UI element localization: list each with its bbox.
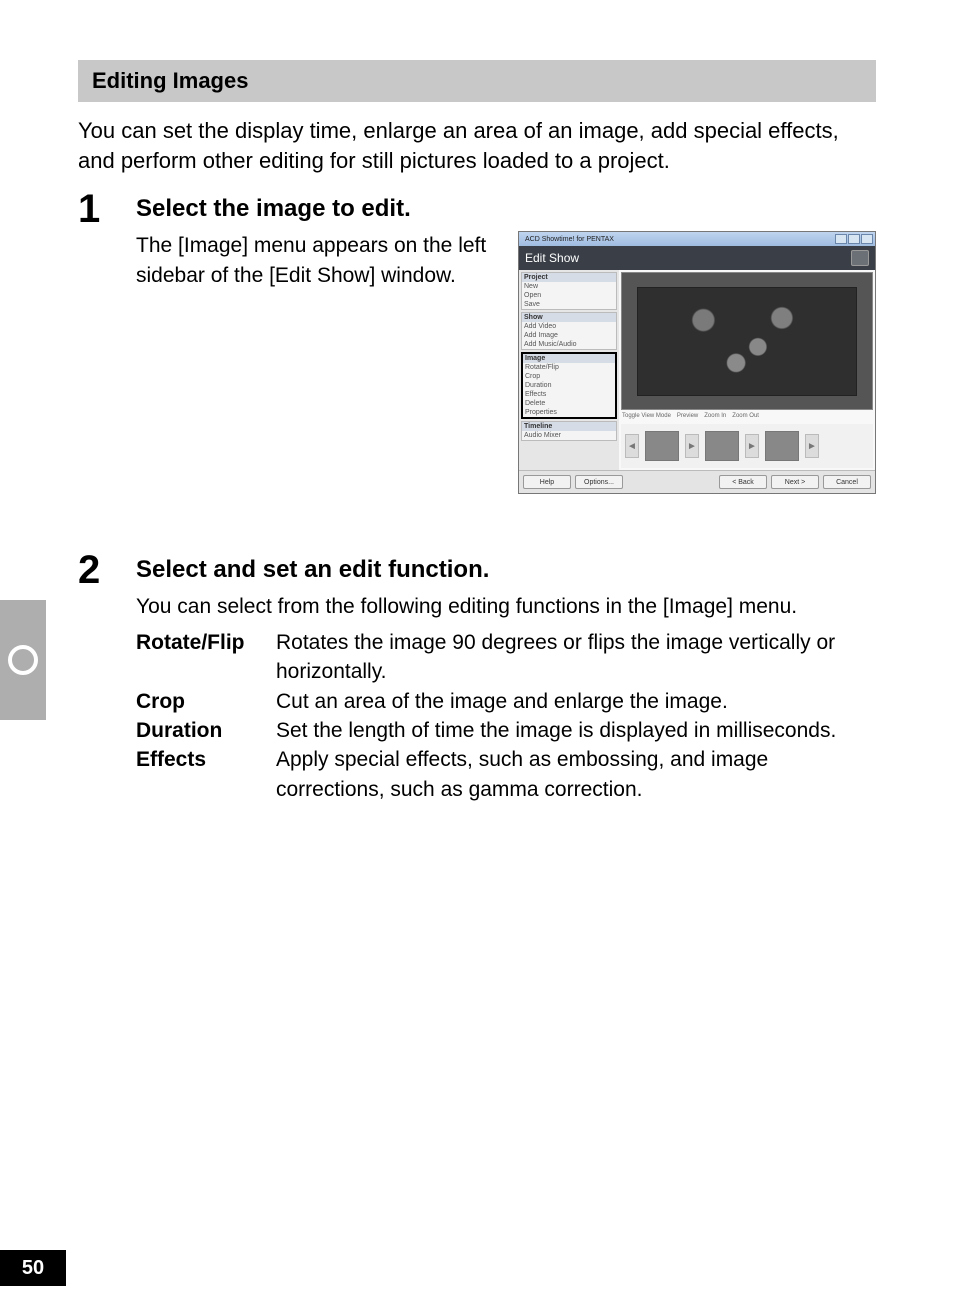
definitions-list: Rotate/Flip Rotates the image 90 degrees… xyxy=(136,628,876,804)
sidebar-group-image-label: Image xyxy=(523,354,615,363)
sidebar-group-timeline-label: Timeline xyxy=(522,422,616,431)
step-1: 1 Select the image to edit. The [Image] … xyxy=(78,189,876,494)
def-term: Effects xyxy=(136,745,276,804)
sidebar-item-duration[interactable]: Duration xyxy=(523,381,615,390)
edit-show-header: Edit Show xyxy=(519,246,875,270)
sidebar-item-open[interactable]: Open xyxy=(522,291,616,300)
toggle-view-mode[interactable]: Toggle View Mode xyxy=(622,413,671,419)
next-button[interactable]: Next > xyxy=(771,475,819,489)
step-1-desc: The [Image] menu appears on the left sid… xyxy=(136,231,500,290)
edit-show-screenshot: ACD Showtime! for PENTAX Edit Show Proje… xyxy=(518,231,876,494)
def-desc: Apply special effects, such as embossing… xyxy=(276,745,876,804)
def-term: Duration xyxy=(136,716,276,745)
preview-button[interactable]: Preview xyxy=(677,413,698,419)
sidebar-item-addimage[interactable]: Add Image xyxy=(522,331,616,340)
shot-main: Toggle View Mode Preview Zoom In Zoom Ou… xyxy=(619,270,875,470)
spine-circle-icon xyxy=(8,645,38,675)
sidebar-group-show-label: Show xyxy=(522,313,616,322)
output-icon[interactable] xyxy=(851,250,869,266)
sidebar-item-save[interactable]: Save xyxy=(522,300,616,309)
sidebar-item-audiomixer[interactable]: Audio Mixer xyxy=(522,431,616,440)
sidebar-group-project: Project New Open Save xyxy=(521,272,617,310)
step-2-title: Select and set an edit function. xyxy=(136,556,876,584)
thumb-next-icon[interactable]: ► xyxy=(745,434,759,458)
window-min-icon[interactable] xyxy=(835,234,847,244)
sidebar: Project New Open Save Show Add Video Add… xyxy=(519,270,619,470)
step-1-number: 1 xyxy=(78,189,136,229)
page-number: 50 xyxy=(0,1250,66,1286)
def-rotateflip: Rotate/Flip Rotates the image 90 degrees… xyxy=(136,628,876,687)
sidebar-group-image: Image Rotate/Flip Crop Duration Effects … xyxy=(521,352,617,419)
edit-show-title: Edit Show xyxy=(525,251,579,265)
thumbnail[interactable] xyxy=(705,431,739,461)
def-desc: Cut an area of the image and enlarge the… xyxy=(276,687,876,716)
sidebar-item-effects[interactable]: Effects xyxy=(523,390,615,399)
spine-tab xyxy=(0,600,46,720)
sidebar-group-project-label: Project xyxy=(522,273,616,282)
thumb-next-icon[interactable]: ► xyxy=(685,434,699,458)
def-desc: Rotates the image 90 degrees or flips th… xyxy=(276,628,876,687)
section-header: Editing Images xyxy=(78,60,876,102)
window-titlebar: ACD Showtime! for PENTAX xyxy=(519,232,875,246)
shot-footer: Help Options... < Back Next > Cancel xyxy=(519,470,875,493)
step-2-desc: You can select from the following editin… xyxy=(136,592,876,621)
preview-toolbar: Toggle View Mode Preview Zoom In Zoom Ou… xyxy=(619,410,875,422)
thumb-next-icon[interactable]: ► xyxy=(805,434,819,458)
def-desc: Set the length of time the image is disp… xyxy=(276,716,876,745)
step-2-number: 2 xyxy=(78,550,136,590)
def-effects: Effects Apply special effects, such as e… xyxy=(136,745,876,804)
sidebar-item-new[interactable]: New xyxy=(522,282,616,291)
sidebar-item-delete[interactable]: Delete xyxy=(523,399,615,408)
sidebar-item-addvideo[interactable]: Add Video xyxy=(522,322,616,331)
cancel-button[interactable]: Cancel xyxy=(823,475,871,489)
step-1-title: Select the image to edit. xyxy=(136,195,876,223)
def-duration: Duration Set the length of time the imag… xyxy=(136,716,876,745)
def-term: Rotate/Flip xyxy=(136,628,276,687)
options-button[interactable]: Options... xyxy=(575,475,623,489)
sidebar-item-rotateflip[interactable]: Rotate/Flip xyxy=(523,363,615,372)
preview-area xyxy=(621,272,873,410)
thumbnail-strip: ◄ ► ► ► xyxy=(621,424,873,468)
back-button[interactable]: < Back xyxy=(719,475,767,489)
thumbnail[interactable] xyxy=(765,431,799,461)
sidebar-item-crop[interactable]: Crop xyxy=(523,372,615,381)
def-term: Crop xyxy=(136,687,276,716)
zoom-out[interactable]: Zoom Out xyxy=(732,413,759,419)
sidebar-item-addmusic[interactable]: Add Music/Audio xyxy=(522,340,616,349)
window-title: ACD Showtime! for PENTAX xyxy=(521,236,834,243)
thumb-prev-icon[interactable]: ◄ xyxy=(625,434,639,458)
sidebar-item-properties[interactable]: Properties xyxy=(523,408,615,417)
sidebar-group-timeline: Timeline Audio Mixer xyxy=(521,421,617,441)
preview-image xyxy=(637,287,857,396)
help-button[interactable]: Help xyxy=(523,475,571,489)
step-2: 2 Select and set an edit function. You c… xyxy=(78,550,876,804)
sidebar-group-show: Show Add Video Add Image Add Music/Audio xyxy=(521,312,617,350)
zoom-in[interactable]: Zoom In xyxy=(704,413,726,419)
thumbnail[interactable] xyxy=(645,431,679,461)
window-max-icon[interactable] xyxy=(848,234,860,244)
window-close-icon[interactable] xyxy=(861,234,873,244)
def-crop: Crop Cut an area of the image and enlarg… xyxy=(136,687,876,716)
page: Editing Images You can set the display t… xyxy=(0,0,954,1314)
intro-text: You can set the display time, enlarge an… xyxy=(78,116,876,175)
